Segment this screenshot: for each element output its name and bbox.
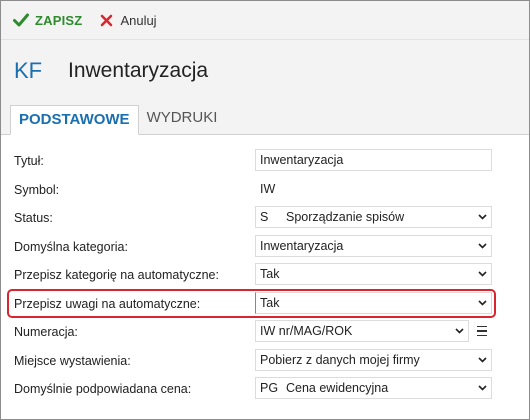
save-button[interactable]: ZAPISZ [13, 13, 82, 28]
form-row-default-price: Domyślnie podpowiadana cena: PG Cena ewi… [1, 376, 529, 405]
issue-place-select[interactable]: Pobierz z danych mojej firmy [255, 348, 492, 371]
close-icon [101, 14, 113, 26]
numbering-label: Numeracja: [14, 325, 78, 339]
copy-category-select[interactable]: Tak [255, 263, 492, 285]
form-row-copy-category: Przepisz kategorię na automatyczne: Tak [1, 262, 529, 291]
form-basic: Tytuł: Inwentaryzacja Symbol: IW Status:… [1, 135, 529, 405]
numbering-select[interactable]: IW nr/MAG/ROK [255, 320, 469, 342]
symbol-value: IW [260, 181, 276, 196]
default-price-label: Domyślnie podpowiadana cena: [14, 382, 192, 396]
form-row-copy-notes: Przepisz uwagi na automatyczne: Tak [1, 291, 529, 320]
title-bar: KF Inwentaryzacja [1, 39, 529, 102]
tab-bar: PODSTAWOWE WYDRUKI [1, 102, 529, 135]
form-row-status: Status: S Sporządzanie spisów [1, 205, 529, 234]
default-category-select[interactable]: Inwentaryzacja [255, 234, 492, 257]
checkmark-icon [13, 13, 29, 27]
status-select[interactable]: S Sporządzanie spisów [255, 206, 492, 228]
copy-category-label: Przepisz kategorię na automatyczne: [14, 268, 219, 282]
chevron-down-icon [473, 271, 491, 277]
issue-place-label: Miejsce wystawienia: [14, 353, 131, 368]
tab-podstawowe[interactable]: PODSTAWOWE [10, 105, 139, 135]
form-row-default-category: Domyślna kategoria: Inwentaryzacja [1, 234, 529, 263]
save-label: ZAPISZ [35, 12, 83, 28]
copy-notes-select[interactable]: Tak [255, 291, 492, 314]
symbol-field: IW [255, 178, 492, 200]
toolbar: ZAPISZ Anuluj [1, 1, 529, 39]
chevron-down-icon [473, 299, 491, 306]
page-title: Inwentaryzacja [68, 59, 209, 82]
status-value: Sporządzanie spisów [286, 210, 405, 224]
copy-category-value: Tak [260, 267, 280, 281]
form-row-symbol: Symbol: IW [1, 177, 529, 206]
default-category-value: Inwentaryzacja [260, 238, 344, 253]
title-input[interactable]: Inwentaryzacja [255, 149, 492, 171]
form-row-numbering: Numeracja: IW nr/MAG/ROK [1, 319, 529, 348]
status-label: Status: [14, 211, 53, 225]
title-label: Tytuł: [14, 154, 44, 168]
form-row-title: Tytuł: Inwentaryzacja [1, 148, 529, 177]
chevron-down-icon [473, 356, 491, 363]
default-category-label: Domyślna kategoria: [14, 239, 128, 254]
form-row-issue-place: Miejsce wystawienia: Pobierz z danych mo… [1, 348, 529, 377]
copy-notes-value: Tak [260, 295, 280, 310]
copy-notes-label: Przepisz uwagi na automatyczne: [14, 296, 201, 311]
chevron-down-icon [473, 385, 491, 391]
default-price-value: Cena ewidencyjna [286, 381, 389, 395]
cancel-button[interactable]: Anuluj [100, 12, 157, 28]
chevron-down-icon [450, 328, 468, 334]
tab-wydruki[interactable]: WYDRUKI [139, 104, 226, 134]
status-code: S [260, 210, 269, 224]
document-window: ZAPISZ Anuluj KF Inwentaryzacja PODSTAWO… [0, 0, 530, 420]
default-price-code: PG [260, 381, 279, 395]
document-type-badge: KF [14, 58, 43, 83]
issue-place-value: Pobierz z danych mojej firmy [260, 352, 420, 367]
numbering-menu-icon[interactable] [475, 323, 489, 339]
title-value: Inwentaryzacja [260, 153, 344, 167]
numbering-value: IW nr/MAG/ROK [260, 324, 353, 338]
chevron-down-icon [473, 214, 491, 220]
chevron-down-icon [473, 242, 491, 249]
cancel-label: Anuluj [120, 12, 157, 28]
symbol-label: Symbol: [14, 182, 60, 197]
default-price-select[interactable]: PG Cena ewidencyjna [255, 377, 492, 399]
